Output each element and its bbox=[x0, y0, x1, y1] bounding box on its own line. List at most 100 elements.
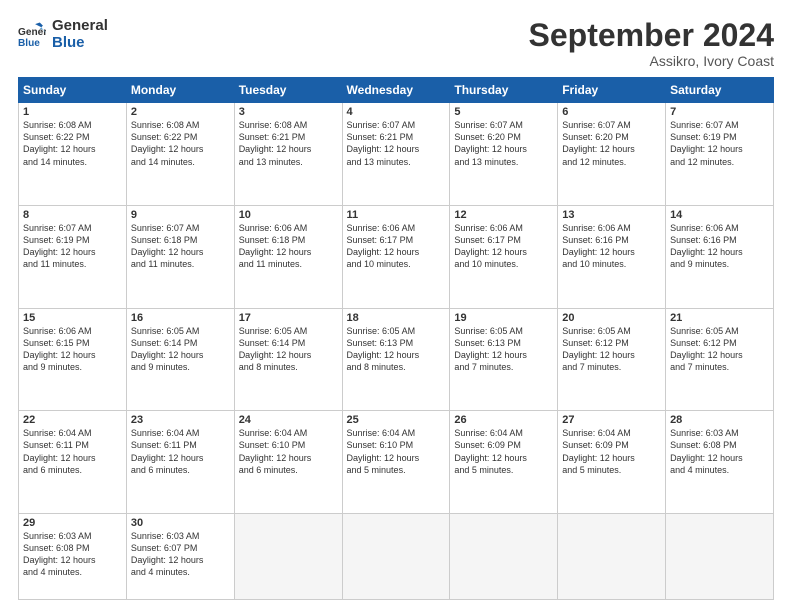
table-row: 18Sunrise: 6:05 AM Sunset: 6:13 PM Dayli… bbox=[342, 308, 450, 411]
table-row: 29Sunrise: 6:03 AM Sunset: 6:08 PM Dayli… bbox=[19, 514, 127, 600]
table-row bbox=[234, 514, 342, 600]
th-sunday: Sunday bbox=[19, 78, 127, 103]
table-row: 11Sunrise: 6:06 AM Sunset: 6:17 PM Dayli… bbox=[342, 205, 450, 308]
table-row bbox=[558, 514, 666, 600]
day-number: 20 bbox=[562, 312, 661, 324]
table-row: 23Sunrise: 6:04 AM Sunset: 6:11 PM Dayli… bbox=[126, 411, 234, 514]
table-row bbox=[450, 514, 558, 600]
day-info: Sunrise: 6:05 AM Sunset: 6:14 PM Dayligh… bbox=[239, 325, 338, 374]
day-number: 30 bbox=[131, 517, 230, 529]
day-number: 12 bbox=[454, 209, 553, 221]
day-number: 28 bbox=[670, 414, 769, 426]
day-info: Sunrise: 6:03 AM Sunset: 6:08 PM Dayligh… bbox=[23, 530, 122, 579]
day-info: Sunrise: 6:04 AM Sunset: 6:09 PM Dayligh… bbox=[454, 427, 553, 476]
day-info: Sunrise: 6:05 AM Sunset: 6:12 PM Dayligh… bbox=[562, 325, 661, 374]
day-number: 3 bbox=[239, 106, 338, 118]
day-number: 22 bbox=[23, 414, 122, 426]
day-info: Sunrise: 6:03 AM Sunset: 6:08 PM Dayligh… bbox=[670, 427, 769, 476]
page: General Blue General Blue September 2024… bbox=[0, 0, 792, 612]
th-tuesday: Tuesday bbox=[234, 78, 342, 103]
table-row: 22Sunrise: 6:04 AM Sunset: 6:11 PM Dayli… bbox=[19, 411, 127, 514]
header-row: Sunday Monday Tuesday Wednesday Thursday… bbox=[19, 78, 774, 103]
table-row: 27Sunrise: 6:04 AM Sunset: 6:09 PM Dayli… bbox=[558, 411, 666, 514]
day-number: 14 bbox=[670, 209, 769, 221]
table-row: 3Sunrise: 6:08 AM Sunset: 6:21 PM Daylig… bbox=[234, 103, 342, 206]
day-info: Sunrise: 6:07 AM Sunset: 6:19 PM Dayligh… bbox=[23, 222, 122, 271]
table-row: 19Sunrise: 6:05 AM Sunset: 6:13 PM Dayli… bbox=[450, 308, 558, 411]
day-number: 18 bbox=[347, 312, 446, 324]
day-info: Sunrise: 6:04 AM Sunset: 6:10 PM Dayligh… bbox=[347, 427, 446, 476]
table-row: 12Sunrise: 6:06 AM Sunset: 6:17 PM Dayli… bbox=[450, 205, 558, 308]
title-block: September 2024 Assikro, Ivory Coast bbox=[529, 18, 774, 69]
logo-icon: General Blue bbox=[18, 21, 46, 49]
day-info: Sunrise: 6:04 AM Sunset: 6:10 PM Dayligh… bbox=[239, 427, 338, 476]
th-thursday: Thursday bbox=[450, 78, 558, 103]
table-row: 1Sunrise: 6:08 AM Sunset: 6:22 PM Daylig… bbox=[19, 103, 127, 206]
day-number: 23 bbox=[131, 414, 230, 426]
table-row: 25Sunrise: 6:04 AM Sunset: 6:10 PM Dayli… bbox=[342, 411, 450, 514]
day-info: Sunrise: 6:08 AM Sunset: 6:21 PM Dayligh… bbox=[239, 119, 338, 168]
svg-text:Blue: Blue bbox=[18, 37, 40, 48]
day-number: 21 bbox=[670, 312, 769, 324]
table-row: 13Sunrise: 6:06 AM Sunset: 6:16 PM Dayli… bbox=[558, 205, 666, 308]
table-row: 28Sunrise: 6:03 AM Sunset: 6:08 PM Dayli… bbox=[666, 411, 774, 514]
calendar-subtitle: Assikro, Ivory Coast bbox=[529, 53, 774, 69]
day-info: Sunrise: 6:05 AM Sunset: 6:13 PM Dayligh… bbox=[454, 325, 553, 374]
day-number: 5 bbox=[454, 106, 553, 118]
day-info: Sunrise: 6:04 AM Sunset: 6:11 PM Dayligh… bbox=[131, 427, 230, 476]
logo-line2: Blue bbox=[52, 35, 108, 52]
day-number: 29 bbox=[23, 517, 122, 529]
table-row: 30Sunrise: 6:03 AM Sunset: 6:07 PM Dayli… bbox=[126, 514, 234, 600]
day-number: 25 bbox=[347, 414, 446, 426]
th-friday: Friday bbox=[558, 78, 666, 103]
day-number: 6 bbox=[562, 106, 661, 118]
table-row bbox=[666, 514, 774, 600]
table-row: 16Sunrise: 6:05 AM Sunset: 6:14 PM Dayli… bbox=[126, 308, 234, 411]
day-info: Sunrise: 6:06 AM Sunset: 6:16 PM Dayligh… bbox=[670, 222, 769, 271]
day-number: 7 bbox=[670, 106, 769, 118]
table-row: 17Sunrise: 6:05 AM Sunset: 6:14 PM Dayli… bbox=[234, 308, 342, 411]
table-row: 2Sunrise: 6:08 AM Sunset: 6:22 PM Daylig… bbox=[126, 103, 234, 206]
table-row: 4Sunrise: 6:07 AM Sunset: 6:21 PM Daylig… bbox=[342, 103, 450, 206]
day-number: 15 bbox=[23, 312, 122, 324]
week-row-3: 15Sunrise: 6:06 AM Sunset: 6:15 PM Dayli… bbox=[19, 308, 774, 411]
table-row: 24Sunrise: 6:04 AM Sunset: 6:10 PM Dayli… bbox=[234, 411, 342, 514]
day-info: Sunrise: 6:05 AM Sunset: 6:12 PM Dayligh… bbox=[670, 325, 769, 374]
day-info: Sunrise: 6:07 AM Sunset: 6:19 PM Dayligh… bbox=[670, 119, 769, 168]
table-row: 5Sunrise: 6:07 AM Sunset: 6:20 PM Daylig… bbox=[450, 103, 558, 206]
day-info: Sunrise: 6:06 AM Sunset: 6:17 PM Dayligh… bbox=[347, 222, 446, 271]
day-info: Sunrise: 6:06 AM Sunset: 6:18 PM Dayligh… bbox=[239, 222, 338, 271]
day-number: 26 bbox=[454, 414, 553, 426]
th-monday: Monday bbox=[126, 78, 234, 103]
day-number: 13 bbox=[562, 209, 661, 221]
day-number: 27 bbox=[562, 414, 661, 426]
day-info: Sunrise: 6:08 AM Sunset: 6:22 PM Dayligh… bbox=[131, 119, 230, 168]
th-saturday: Saturday bbox=[666, 78, 774, 103]
week-row-4: 22 Sunrise: 6:04 AM Sunset: 6:11 PM Dayli… bbox=[19, 411, 774, 514]
calendar-title: September 2024 bbox=[529, 18, 774, 53]
table-row bbox=[342, 514, 450, 600]
day-info: Sunrise: 6:07 AM Sunset: 6:20 PM Dayligh… bbox=[454, 119, 553, 168]
day-number: 10 bbox=[239, 209, 338, 221]
day-info: Sunrise: 6:06 AM Sunset: 6:15 PM Dayligh… bbox=[23, 325, 122, 374]
week-row-5: 29Sunrise: 6:03 AM Sunset: 6:08 PM Dayli… bbox=[19, 514, 774, 600]
day-number: 17 bbox=[239, 312, 338, 324]
day-number: 1 bbox=[23, 106, 122, 118]
week-row-1: 1Sunrise: 6:08 AM Sunset: 6:22 PM Daylig… bbox=[19, 103, 774, 206]
day-number: 9 bbox=[131, 209, 230, 221]
header: General Blue General Blue September 2024… bbox=[18, 18, 774, 69]
day-info: Sunrise: 6:05 AM Sunset: 6:14 PM Dayligh… bbox=[131, 325, 230, 374]
day-number: 19 bbox=[454, 312, 553, 324]
calendar-table: Sunday Monday Tuesday Wednesday Thursday… bbox=[18, 77, 774, 600]
day-info: Sunrise: 6:05 AM Sunset: 6:13 PM Dayligh… bbox=[347, 325, 446, 374]
day-number: 11 bbox=[347, 209, 446, 221]
day-number: 16 bbox=[131, 312, 230, 324]
table-row: 7Sunrise: 6:07 AM Sunset: 6:19 PM Daylig… bbox=[666, 103, 774, 206]
table-row: 14Sunrise: 6:06 AM Sunset: 6:16 PM Dayli… bbox=[666, 205, 774, 308]
day-info: Sunrise: 6:08 AM Sunset: 6:22 PM Dayligh… bbox=[23, 119, 122, 168]
table-row: 26Sunrise: 6:04 AM Sunset: 6:09 PM Dayli… bbox=[450, 411, 558, 514]
day-info: Sunrise: 6:04 AM Sunset: 6:09 PM Dayligh… bbox=[562, 427, 661, 476]
table-row: 9Sunrise: 6:07 AM Sunset: 6:18 PM Daylig… bbox=[126, 205, 234, 308]
day-number: 8 bbox=[23, 209, 122, 221]
day-info: Sunrise: 6:03 AM Sunset: 6:07 PM Dayligh… bbox=[131, 530, 230, 579]
